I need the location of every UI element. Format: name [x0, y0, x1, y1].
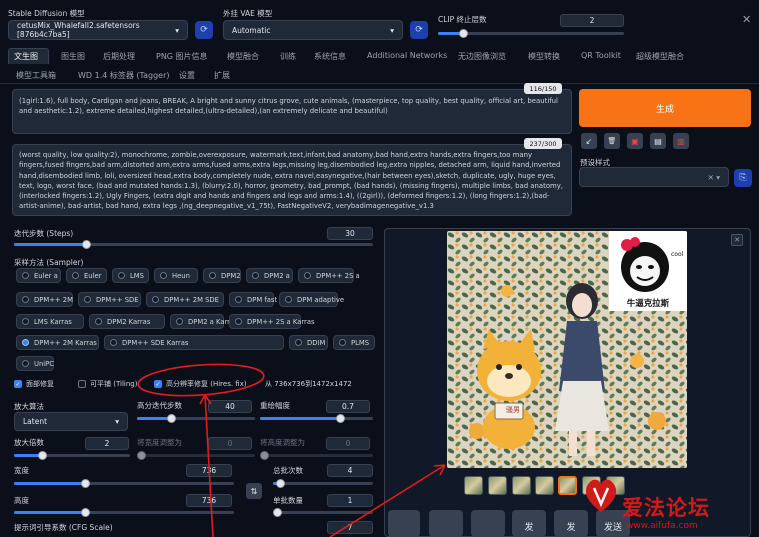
annotation-arrow-line: [329, 464, 446, 537]
annotation-circle: [137, 363, 265, 397]
annotation-arrowhead: [199, 394, 206, 405]
annotation-overlay: [137, 363, 446, 537]
annotation-arrowhead: [433, 464, 446, 467]
annotation-line: [204, 394, 214, 537]
